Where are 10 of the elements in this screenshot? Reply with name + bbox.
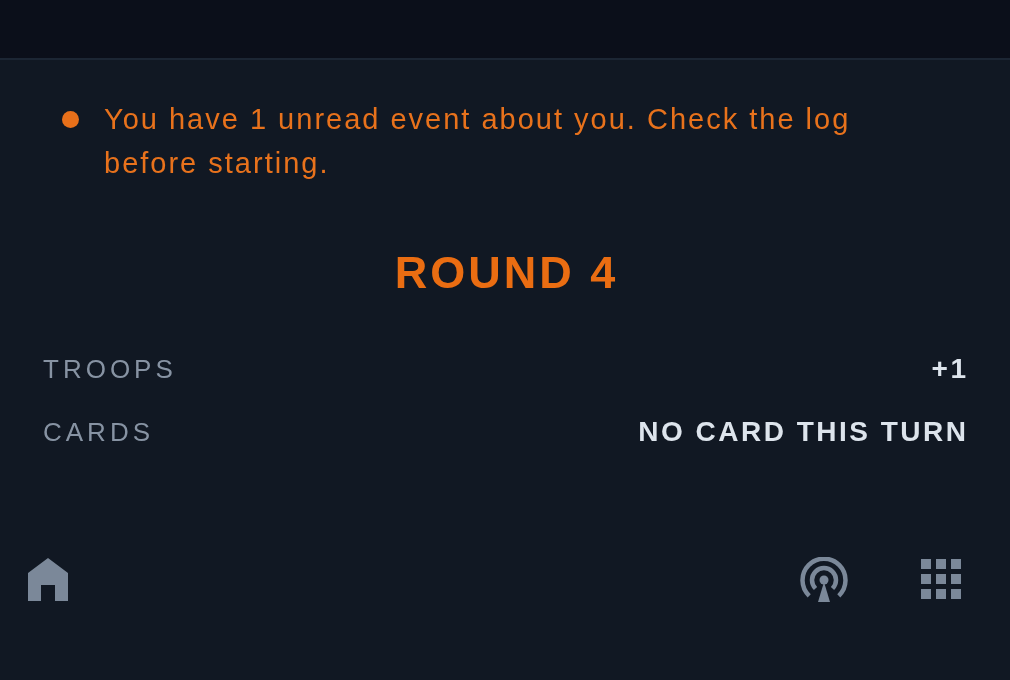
stat-value: +1 (931, 353, 969, 385)
broadcast-icon[interactable] (800, 556, 848, 602)
grid-icon[interactable] (921, 559, 961, 599)
stat-label: CARDS (43, 416, 154, 448)
stat-label: TROOPS (43, 353, 177, 385)
stat-value: NO CARD THIS TURN (638, 416, 969, 448)
home-icon[interactable] (28, 557, 68, 601)
alert-message: You have 1 unread event about you. Check the log before starting. (104, 102, 852, 181)
status-dot-icon (62, 111, 79, 128)
round-title: ROUND 4 (393, 246, 619, 300)
